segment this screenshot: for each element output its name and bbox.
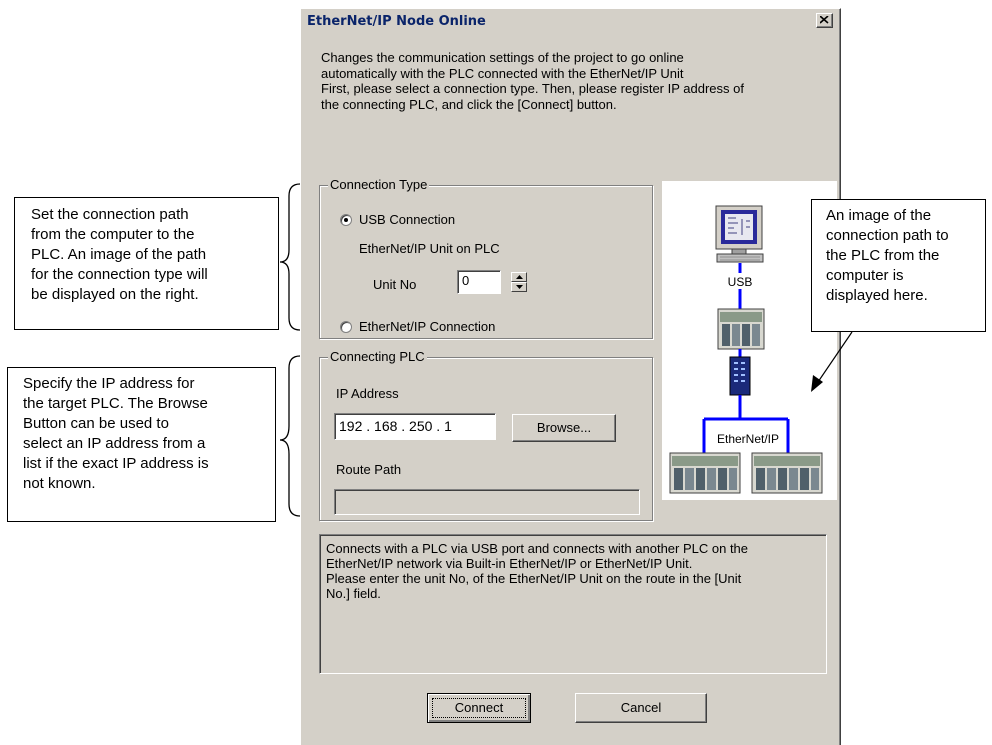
callout-line: displayed here. <box>826 287 928 304</box>
callout-line: connection path to <box>826 227 949 244</box>
spin-down-button[interactable] <box>511 282 527 292</box>
description-line: No.] field. <box>326 586 381 601</box>
callout-line: the target PLC. The Browse <box>23 395 208 412</box>
ip-address-callout: Specify the IP address for the target PL… <box>7 367 276 522</box>
spin-up-button[interactable] <box>511 272 527 282</box>
intro-line: First, please select a connection type. … <box>321 81 744 96</box>
ethernet-ip-diagram-label: EtherNet/IP <box>717 432 779 446</box>
usb-diagram-label: USB <box>728 275 753 289</box>
callout-line: Specify the IP address for <box>23 375 195 392</box>
callout-line: not known. <box>23 475 96 492</box>
computer-icon <box>715 205 764 263</box>
ethernet-switch-icon <box>729 356 751 396</box>
description-line: Connects with a PLC via USB port and con… <box>326 541 749 556</box>
callout-line: the PLC from the <box>826 247 940 264</box>
callout-line: An image of the <box>826 207 932 224</box>
target-plc-icon <box>751 452 823 494</box>
connect-button[interactable]: Connect <box>427 693 531 723</box>
radio-selected-dot <box>344 218 348 222</box>
connection-type-group: Connection Type USB Connection EtherNet/… <box>319 177 653 339</box>
left-brace-connection-type <box>279 183 301 331</box>
ethernet-ip-connection-radio[interactable] <box>340 321 352 333</box>
title-bar[interactable]: EtherNet/IP Node Online <box>303 11 837 32</box>
browse-button[interactable]: Browse... <box>512 414 616 442</box>
connection-type-group-label: Connection Type <box>328 177 430 192</box>
description-line: EtherNet/IP network via Built-in EtherNe… <box>326 556 693 571</box>
intro-line: Changes the communication settings of th… <box>321 50 684 65</box>
callout-line: PLC. An image of the path <box>31 246 207 263</box>
intro-line: automatically with the PLC connected wit… <box>321 65 684 81</box>
ip-address-input[interactable]: 192 . 168 . 250 . 1 <box>334 413 496 440</box>
callout-line: be displayed on the right. <box>31 286 199 303</box>
ethernet-ip-connection-label[interactable]: EtherNet/IP Connection <box>359 319 495 334</box>
spin-down-icon <box>516 285 523 289</box>
callout-line: Button can be used to <box>23 415 169 432</box>
spin-up-icon <box>516 275 523 279</box>
image-note-callout: An image of the connection path to the P… <box>811 199 986 332</box>
intro-line: the connecting PLC, and click the [Conne… <box>321 96 617 112</box>
dialog-title: EtherNet/IP Node Online <box>307 14 486 29</box>
connection-path-callout: Set the connection path from the compute… <box>14 197 279 330</box>
callout-line: computer is <box>826 267 904 284</box>
close-button[interactable] <box>816 13 833 28</box>
unit-no-label: Unit No <box>373 277 417 292</box>
usb-connection-radio[interactable] <box>340 214 352 226</box>
intro-text: Changes the communication settings of th… <box>321 50 827 112</box>
cancel-button[interactable]: Cancel <box>575 693 707 723</box>
close-icon <box>820 16 829 24</box>
left-brace-connecting-plc <box>279 355 301 517</box>
description-box: Connects with a PLC via USB port and con… <box>319 534 827 674</box>
target-plc-icon <box>669 452 741 494</box>
unit-no-spinner[interactable] <box>511 272 527 292</box>
route-path-label: Route Path <box>336 462 402 477</box>
description-line: Please enter the unit No, of the EtherNe… <box>326 571 742 586</box>
callout-line: Set the connection path <box>31 206 189 223</box>
callout-line: select an IP address from a <box>23 435 206 452</box>
connecting-plc-group-label: Connecting PLC <box>328 349 427 364</box>
route-path-input[interactable] <box>334 489 640 515</box>
callout-line: from the computer to the <box>31 226 195 243</box>
callout-line: list if the exact IP address is <box>23 455 209 472</box>
focus-rect <box>432 698 526 718</box>
usb-connection-label[interactable]: USB Connection <box>359 212 455 227</box>
main-plc-icon <box>717 308 765 350</box>
callout-line: for the connection type will <box>31 266 208 283</box>
unit-hint-label: EtherNet/IP Unit on PLC <box>359 241 500 256</box>
connecting-plc-group: Connecting PLC IP Address 192 . 168 . 25… <box>319 349 653 521</box>
unit-no-input[interactable]: 0 <box>457 270 501 294</box>
ethernet-ip-node-online-dialog: EtherNet/IP Node Online Changes the comm… <box>300 8 841 745</box>
ip-address-label: IP Address <box>336 386 399 401</box>
